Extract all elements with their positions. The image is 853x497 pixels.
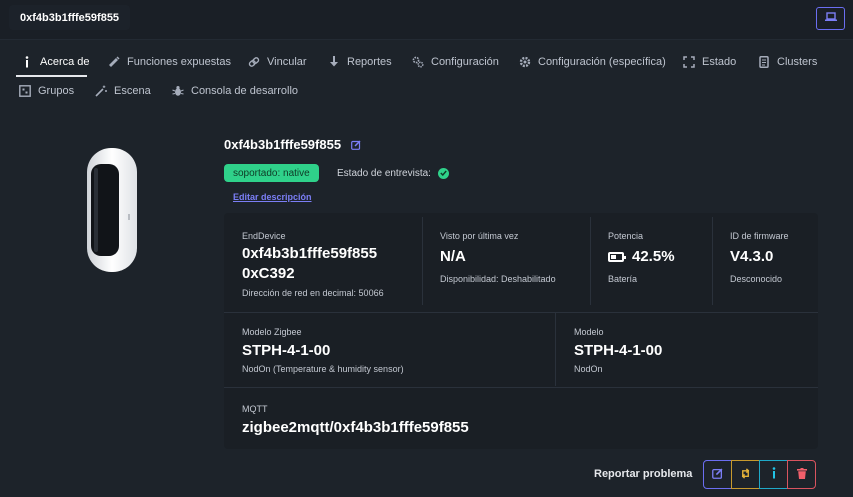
report-problem-link[interactable]: Reportar problema	[594, 468, 692, 480]
tab-reportes[interactable]: Reportes	[328, 51, 392, 73]
cogs-icon	[412, 56, 424, 68]
divider	[224, 312, 818, 313]
laptop-button[interactable]	[816, 7, 845, 30]
model-vendor: NodOn	[574, 364, 603, 374]
tab-bar: Acerca de Funciones expuestas Vincular R…	[0, 40, 853, 110]
support-badge-text: soportado: native	[233, 167, 310, 179]
device-name: 0xf4b3b1fffe59f855	[20, 11, 120, 24]
mqtt-label: MQTT	[242, 404, 268, 414]
trash-icon	[796, 467, 807, 482]
action-button-group	[703, 460, 816, 489]
availability-text: Disponibilidad: Deshabilitado	[440, 274, 556, 284]
info-icon	[21, 56, 33, 68]
check-circle-icon	[437, 167, 449, 179]
zigbee-model-info: Modelo Zigbee STPH-4-1-00 NodOn (Tempera…	[242, 327, 404, 374]
divider	[590, 217, 591, 305]
gear-icon	[519, 56, 531, 68]
tab-label: Vincular	[267, 56, 307, 68]
edit-icon	[712, 468, 723, 482]
tab-configuracion[interactable]: Configuración	[412, 51, 499, 73]
power-label: Potencia	[608, 231, 644, 241]
tab-label: Escena	[114, 85, 151, 97]
model-info: Modelo STPH-4-1-00 NodOn	[574, 327, 662, 374]
firmware-label: ID de firmware	[730, 231, 789, 241]
power-source: Batería	[608, 274, 638, 284]
laptop-icon	[824, 12, 837, 25]
model-value: STPH-4-1-00	[574, 342, 663, 359]
device-image	[84, 146, 140, 274]
tab-escena[interactable]: Escena	[95, 80, 151, 102]
tab-grupos[interactable]: Grupos	[19, 80, 74, 102]
reconfigure-button[interactable]	[731, 460, 760, 489]
magic-icon	[95, 85, 107, 97]
tab-configuracion-especifica[interactable]: Configuración (específica)	[519, 51, 666, 73]
download-icon	[328, 56, 340, 68]
device-type-label: EndDevice	[242, 231, 286, 241]
bug-icon	[172, 85, 184, 97]
ieee-address: 0xf4b3b1fffe59f855	[242, 245, 378, 262]
last-seen-value: N/A	[440, 248, 466, 265]
wand-icon	[108, 56, 120, 68]
link-icon	[248, 56, 260, 68]
zigbee-model-label: Modelo Zigbee	[242, 327, 302, 337]
firmware-value: V4.3.0	[730, 248, 774, 265]
model-label: Modelo	[574, 327, 604, 337]
tab-label: Estado	[702, 56, 737, 68]
tab-label: Grupos	[38, 85, 75, 97]
interview-label: Estado de entrevista:	[337, 167, 431, 179]
power-value-row: 42.5%	[608, 248, 675, 266]
battery-icon	[608, 252, 626, 263]
top-bar: 0xf4b3b1fffe59f855	[0, 0, 853, 40]
swap-icon	[740, 467, 751, 482]
zigbee-model-description: NodOn (Temperature & humidity sensor)	[242, 364, 404, 374]
active-tab-indicator	[16, 75, 87, 77]
divider	[224, 387, 818, 388]
info-button[interactable]	[759, 460, 788, 489]
device-name-chip[interactable]: 0xf4b3b1fffe59f855	[9, 5, 131, 30]
tab-estado[interactable]: Estado	[683, 51, 736, 73]
document-icon	[758, 56, 770, 68]
last-seen-info: Visto por última vez N/A Disponibilidad:…	[440, 231, 556, 284]
tab-label: Reportes	[347, 56, 392, 68]
tab-funciones-expuestas[interactable]: Funciones expuestas	[108, 51, 231, 73]
network-address: 0xC392	[242, 265, 295, 282]
tab-label: Clusters	[777, 56, 818, 68]
expand-icon	[683, 56, 695, 68]
tab-label: Configuración	[431, 56, 499, 68]
divider	[712, 217, 713, 305]
tab-label: Configuración (específica)	[538, 56, 666, 68]
grid-icon	[19, 85, 31, 97]
divider	[422, 217, 423, 305]
zigbee-model-value: STPH-4-1-00	[242, 342, 331, 359]
device-title-text: 0xf4b3b1fffe59f855	[224, 137, 342, 152]
mqtt-topic: zigbee2mqtt/0xf4b3b1fffe59f855	[242, 419, 469, 436]
support-badge: soportado: native	[224, 164, 319, 182]
last-seen-label: Visto por última vez	[440, 231, 519, 241]
info-icon	[771, 467, 777, 482]
divider	[555, 313, 556, 386]
power-value: 42.5%	[632, 248, 675, 265]
edit-icon[interactable]	[351, 139, 361, 150]
tab-clusters[interactable]: Clusters	[758, 51, 817, 73]
device-info-card: EndDevice 0xf4b3b1fffe59f855 0xC392 Dire…	[224, 213, 818, 449]
firmware-date: Desconocido	[730, 274, 783, 284]
firmware-info: ID de firmware V4.3.0 Desconocido	[730, 231, 789, 284]
device-title: 0xf4b3b1fffe59f855	[224, 137, 361, 152]
delete-button[interactable]	[787, 460, 816, 489]
tab-consola-de-desarrollo[interactable]: Consola de desarrollo	[172, 80, 298, 102]
edit-button[interactable]	[703, 460, 732, 489]
network-info: EndDevice 0xf4b3b1fffe59f855 0xC392 Dire…	[242, 231, 384, 298]
tab-label: Funciones expuestas	[127, 56, 231, 68]
mqtt-info: MQTT zigbee2mqtt/0xf4b3b1fffe59f855	[242, 404, 469, 437]
tab-acerca-de[interactable]: Acerca de	[21, 51, 90, 73]
interview-status: Estado de entrevista:	[337, 164, 449, 182]
edit-description-link[interactable]: Editar descripción	[233, 192, 312, 202]
tab-label: Consola de desarrollo	[191, 85, 299, 97]
network-address-decimal: Dirección de red en decimal: 50066	[242, 288, 384, 298]
tab-vincular[interactable]: Vincular	[248, 51, 307, 73]
power-info: Potencia 42.5% Batería	[608, 231, 675, 284]
tab-label: Acerca de	[40, 56, 90, 68]
